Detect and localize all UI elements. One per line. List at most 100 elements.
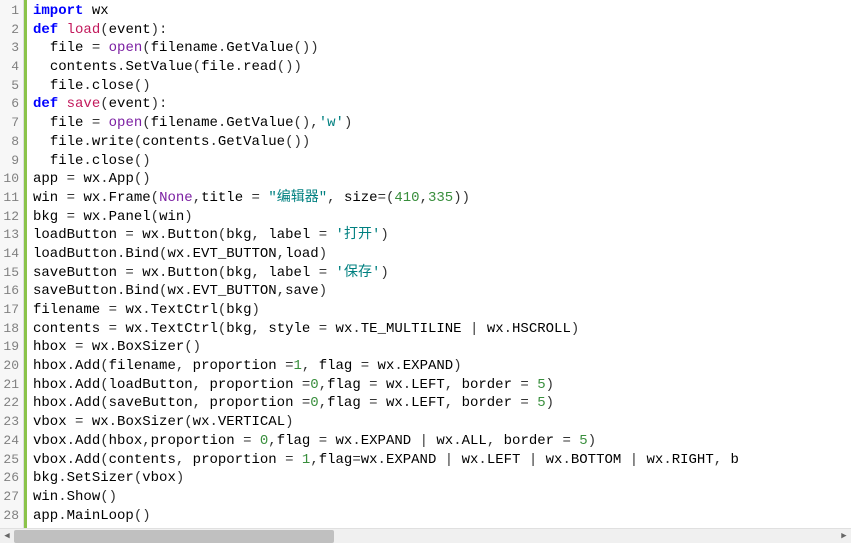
token-op: .	[184, 283, 192, 299]
token-id: Frame	[109, 190, 151, 206]
code-line[interactable]: saveButton = wx.Button(bkg, label = '保存'…	[33, 264, 851, 283]
line-number: 9	[2, 152, 19, 171]
scroll-left-arrow[interactable]: ◀	[0, 530, 14, 543]
token-id: border	[504, 433, 554, 449]
token-str: '打开'	[336, 227, 381, 243]
code-line[interactable]: def load(event):	[33, 21, 851, 40]
code-line[interactable]: hbox = wx.BoxSizer()	[33, 338, 851, 357]
token-op: |	[445, 452, 453, 468]
code-line[interactable]: import wx	[33, 2, 851, 21]
token-id: save	[285, 283, 319, 299]
token-id: bkg	[33, 209, 58, 225]
line-number: 20	[2, 357, 19, 376]
code-line[interactable]: hbox.Add(saveButton, proportion =0,flag …	[33, 394, 851, 413]
code-line[interactable]: hbox.Add(filename, proportion =1, flag =…	[33, 357, 851, 376]
line-number: 22	[2, 394, 19, 413]
token-op: .	[142, 321, 150, 337]
token-id: MainLoop	[67, 508, 134, 524]
code-line[interactable]: loadButton = wx.Button(bkg, label = '打开'…	[33, 226, 851, 245]
line-number: 27	[2, 488, 19, 507]
code-line[interactable]: vbox.Add(contents, proportion = 1,flag=w…	[33, 451, 851, 470]
code-line[interactable]: win.Show()	[33, 488, 851, 507]
code-line[interactable]: bkg.SetSizer(vbox)	[33, 469, 851, 488]
token-id: wx	[142, 227, 159, 243]
code-line[interactable]: filename = wx.TextCtrl(bkg)	[33, 301, 851, 320]
token-id: wx	[386, 395, 403, 411]
scroll-right-arrow[interactable]: ▶	[837, 530, 851, 543]
code-line[interactable]: file.close()	[33, 77, 851, 96]
token-id: LEFT	[411, 377, 445, 393]
token-id: bkg	[226, 227, 251, 243]
token-op: )	[380, 227, 388, 243]
token-id: file	[50, 115, 84, 131]
code-line[interactable]: bkg = wx.Panel(win)	[33, 208, 851, 227]
token-op: ()	[100, 489, 117, 505]
token-num: 410	[394, 190, 419, 206]
code-line[interactable]: win = wx.Frame(None,title = "编辑器", size=…	[33, 189, 851, 208]
token-id: Bind	[125, 246, 159, 262]
token-op: )	[571, 321, 579, 337]
token-id: wx	[361, 452, 378, 468]
scrollbar-thumb[interactable]	[14, 530, 334, 543]
code-line[interactable]: loadButton.Bind(wx.EVT_BUTTON,load)	[33, 245, 851, 264]
token-builtin: None	[159, 190, 193, 206]
token-op: (	[151, 209, 159, 225]
token-op: =	[125, 265, 133, 281]
token-id: EVT_BUTTON	[193, 246, 277, 262]
code-line[interactable]: file = open(filename.GetValue())	[33, 39, 851, 58]
token-op: )	[546, 395, 554, 411]
token-id: app	[33, 508, 58, 524]
token-id: read	[243, 59, 277, 75]
token-op: .	[100, 171, 108, 187]
token-id: filename	[151, 115, 218, 131]
token-op: =	[369, 395, 377, 411]
code-line[interactable]: saveButton.Bind(wx.EVT_BUTTON,save)	[33, 282, 851, 301]
code-line[interactable]: contents = wx.TextCtrl(bkg, style = wx.T…	[33, 320, 851, 339]
token-op: (	[142, 40, 150, 56]
token-id: flag	[319, 358, 353, 374]
code-line[interactable]: file.close()	[33, 152, 851, 171]
token-op: .	[83, 134, 91, 150]
code-line[interactable]: file = open(filename.GetValue(),'w')	[33, 114, 851, 133]
token-op: (	[151, 190, 159, 206]
token-op: =	[125, 227, 133, 243]
code-editor[interactable]: 1234567891011121314151617181920212223242…	[0, 0, 851, 528]
line-number: 5	[2, 77, 19, 96]
code-line[interactable]: app.MainLoop()	[33, 507, 851, 526]
token-op: ,	[714, 452, 731, 468]
token-op: .	[209, 414, 217, 430]
code-line[interactable]: vbox = wx.BoxSizer(wx.VERTICAL)	[33, 413, 851, 432]
token-op: ,	[176, 358, 193, 374]
horizontal-scrollbar[interactable]: ◀ ▶	[0, 528, 851, 543]
token-op: .	[403, 377, 411, 393]
token-op: ())	[277, 59, 302, 75]
line-number: 3	[2, 39, 19, 58]
token-op: ,	[445, 377, 462, 393]
code-line[interactable]: hbox.Add(loadButton, proportion =0,flag …	[33, 376, 851, 395]
code-area[interactable]: import wxdef load(event): file = open(fi…	[24, 0, 851, 528]
token-id: close	[92, 78, 134, 94]
token-op: =	[520, 377, 528, 393]
token-op: =	[369, 377, 377, 393]
token-op: (	[134, 134, 142, 150]
token-id: Add	[75, 452, 100, 468]
token-id: wx	[167, 246, 184, 262]
token-id: wx	[125, 321, 142, 337]
token-id: wx	[92, 3, 109, 19]
token-str: '保存'	[336, 265, 381, 281]
token-op: (	[100, 452, 108, 468]
token-id: win	[33, 190, 58, 206]
token-op: .	[67, 377, 75, 393]
line-number: 1	[2, 2, 19, 21]
token-id: vbox	[33, 452, 67, 468]
token-id: loadButton	[33, 246, 117, 262]
code-line[interactable]: def save(event):	[33, 95, 851, 114]
code-line[interactable]: contents.SetValue(file.read())	[33, 58, 851, 77]
code-line[interactable]: vbox.Add(hbox,proportion = 0,flag = wx.E…	[33, 432, 851, 451]
code-line[interactable]: file.write(contents.GetValue())	[33, 133, 851, 152]
token-op: ,	[252, 321, 269, 337]
token-op: )	[344, 115, 352, 131]
token-op: ())	[294, 40, 319, 56]
code-line[interactable]: app = wx.App()	[33, 170, 851, 189]
token-op: )	[176, 470, 184, 486]
